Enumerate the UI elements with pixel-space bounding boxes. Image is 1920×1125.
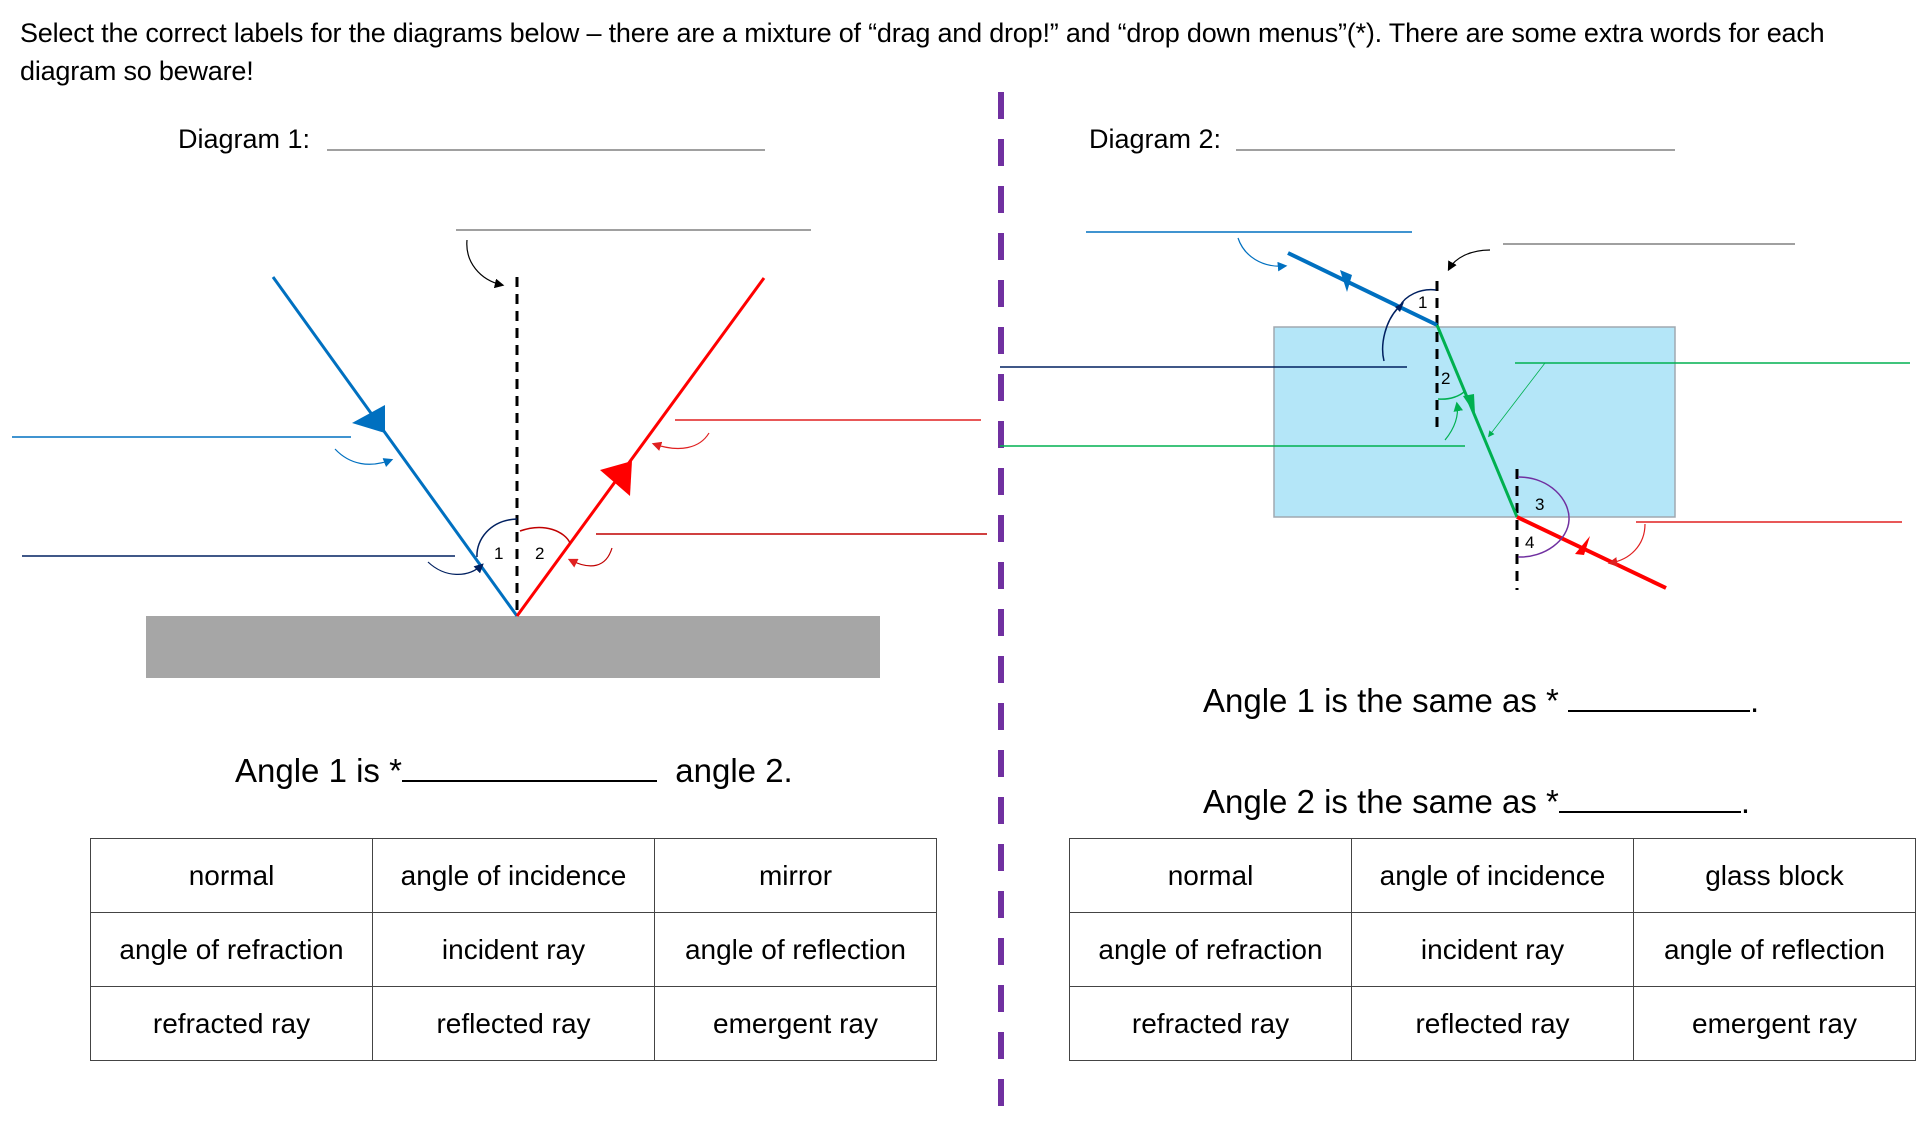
- pointer-arrow-emergent-d2: [1607, 523, 1646, 567]
- reflected-ray-d1: [515, 277, 766, 617]
- table-row: refracted ray reflected ray emergent ray: [90, 986, 937, 1061]
- word-tile[interactable]: angle of incidence: [372, 838, 655, 913]
- word-tile[interactable]: emergent ray: [1633, 986, 1916, 1061]
- emergent-ray-d2: [1516, 515, 1667, 590]
- diagram-2-angle-1-sentence: Angle 1 is the same as * .: [1203, 680, 1759, 721]
- angle-1-label-d2: 1: [1418, 293, 1427, 312]
- pointer-arrow-normal-d1: [466, 239, 505, 289]
- word-tile[interactable]: refracted ray: [1069, 986, 1352, 1061]
- angle-2-label-d2: 2: [1441, 369, 1450, 388]
- word-bank-diagram-1: normal angle of incidence mirror angle o…: [90, 838, 937, 1061]
- pointer-arrow-angle1-d1: [427, 561, 484, 575]
- pointer-arrow-reflected-d1: [651, 432, 710, 451]
- incident-ray-d1: [271, 276, 519, 617]
- word-tile[interactable]: normal: [90, 838, 373, 913]
- sentence-prefix: Angle 2 is the same as *: [1203, 783, 1559, 820]
- pointer-arrow-normal-d2: [1447, 249, 1491, 272]
- reflected-ray-arrowhead-d1: [600, 461, 632, 496]
- mirror: [146, 616, 880, 678]
- table-row: normal angle of incidence mirror: [90, 838, 937, 913]
- angle-3-label-d2: 3: [1535, 495, 1544, 514]
- incident-ray-d2: [1287, 251, 1438, 327]
- sentence-suffix: .: [1740, 783, 1751, 820]
- angle-2-arc-d1: [519, 526, 571, 544]
- angle-2-label-d1: 2: [535, 544, 544, 563]
- angle-2-dropdown-d2[interactable]: [1558, 781, 1741, 813]
- pointer-arrow-incident-d2: [1237, 237, 1288, 272]
- glass-block: [1273, 326, 1676, 518]
- sentence-suffix: .: [1750, 682, 1760, 719]
- angle-1-dropdown-d2[interactable]: [1568, 680, 1751, 712]
- word-tile[interactable]: mirror: [654, 838, 937, 913]
- word-tile[interactable]: angle of refraction: [90, 912, 373, 987]
- word-tile[interactable]: normal: [1069, 838, 1352, 913]
- angle-4-label-d2: 4: [1525, 533, 1534, 552]
- table-row: angle of refraction incident ray angle o…: [1069, 912, 1916, 987]
- word-bank-diagram-2: normal angle of incidence glass block an…: [1069, 838, 1916, 1061]
- table-row: normal angle of incidence glass block: [1069, 838, 1916, 913]
- word-tile[interactable]: reflected ray: [1351, 986, 1634, 1061]
- table-row: refracted ray reflected ray emergent ray: [1069, 986, 1916, 1061]
- diagram-1-angle-sentence: Angle 1 is * angle 2.: [235, 750, 793, 791]
- word-tile[interactable]: refracted ray: [90, 986, 373, 1061]
- word-tile[interactable]: angle of reflection: [654, 912, 937, 987]
- sentence-suffix: angle 2.: [675, 752, 793, 789]
- pointer-arrow-angle2-d1: [567, 547, 613, 568]
- word-tile[interactable]: angle of refraction: [1069, 912, 1352, 987]
- word-tile[interactable]: emergent ray: [654, 986, 937, 1061]
- word-tile[interactable]: incident ray: [372, 912, 655, 987]
- sentence-prefix: Angle 1 is *: [235, 752, 402, 789]
- sentence-prefix: Angle 1 is the same as *: [1203, 682, 1569, 719]
- word-tile[interactable]: glass block: [1633, 838, 1916, 913]
- word-tile[interactable]: incident ray: [1351, 912, 1634, 987]
- angle-1-label-d1: 1: [494, 544, 503, 563]
- word-tile[interactable]: angle of reflection: [1633, 912, 1916, 987]
- angle-relation-dropdown-d1[interactable]: [401, 750, 657, 782]
- diagram-2-angle-2-sentence: Angle 2 is the same as *.: [1203, 781, 1750, 822]
- word-tile[interactable]: reflected ray: [372, 986, 655, 1061]
- pointer-arrow-incident-d1: [334, 448, 394, 468]
- word-tile[interactable]: angle of incidence: [1351, 838, 1634, 913]
- table-row: angle of refraction incident ray angle o…: [90, 912, 937, 987]
